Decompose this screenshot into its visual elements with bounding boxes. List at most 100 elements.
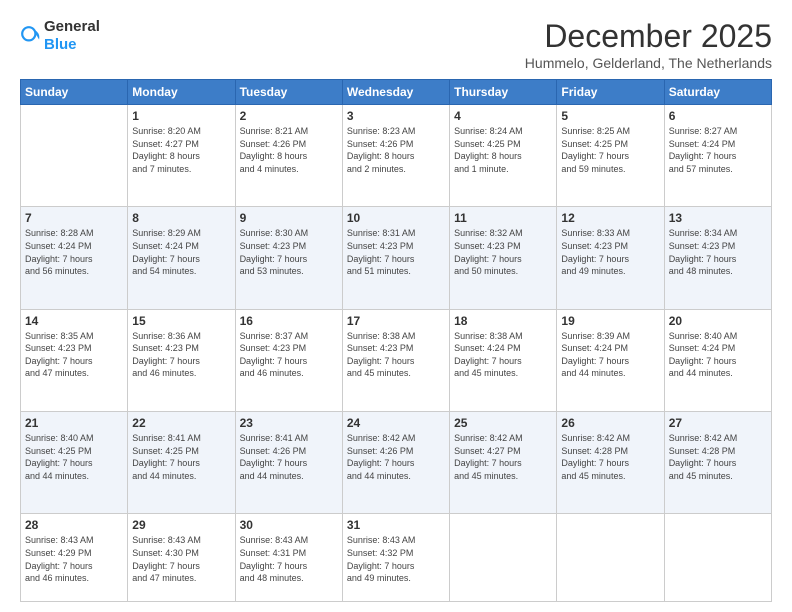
calendar-week-row: 1Sunrise: 8:20 AMSunset: 4:27 PMDaylight…	[21, 105, 772, 207]
cell-text: Sunrise: 8:21 AMSunset: 4:26 PMDaylight:…	[240, 125, 338, 175]
day-number: 2	[240, 109, 338, 123]
day-number: 21	[25, 416, 123, 430]
calendar-cell: 28Sunrise: 8:43 AMSunset: 4:29 PMDayligh…	[21, 514, 128, 602]
calendar-cell: 30Sunrise: 8:43 AMSunset: 4:31 PMDayligh…	[235, 514, 342, 602]
cell-text: Sunrise: 8:32 AMSunset: 4:23 PMDaylight:…	[454, 227, 552, 277]
day-number: 4	[454, 109, 552, 123]
calendar-header-thursday: Thursday	[450, 80, 557, 105]
calendar-cell: 8 Sunrise: 8:29 AMSunset: 4:24 PMDaylight…	[128, 207, 235, 309]
calendar-cell: 19 Sunrise: 8:39 AMSunset: 4:24 PMDayligh…	[557, 309, 664, 411]
page: General Blue December 2025 Hummelo, Geld…	[0, 0, 792, 612]
calendar-week-row: 7 Sunrise: 8:28 AMSunset: 4:24 PMDaylight…	[21, 207, 772, 309]
day-number: 24	[347, 416, 445, 430]
day-number: 1	[132, 109, 230, 123]
calendar-header-saturday: Saturday	[664, 80, 771, 105]
calendar-cell: 17Sunrise: 8:38 AMSunset: 4:23 PMDayligh…	[342, 309, 449, 411]
day-number: 14	[25, 314, 123, 328]
day-number: 3	[347, 109, 445, 123]
calendar-cell	[664, 514, 771, 602]
day-number: 16	[240, 314, 338, 328]
day-number: 18	[454, 314, 552, 328]
logo-blue: Blue	[44, 36, 77, 53]
cell-text: Sunrise: 8:42 AMSunset: 4:26 PMDaylight:…	[347, 432, 445, 482]
calendar-cell: 18 Sunrise: 8:38 AMSunset: 4:24 PMDayligh…	[450, 309, 557, 411]
cell-text: Sunrise: 8:25 AMSunset: 4:25 PMDaylight:…	[561, 125, 659, 175]
cell-text: Sunrise: 8:42 AMSunset: 4:28 PMDaylight:…	[669, 432, 767, 482]
cell-text: Sunrise: 8:38 AMSunset: 4:24 PMDaylight:…	[454, 330, 552, 380]
calendar-header-sunday: Sunday	[21, 80, 128, 105]
calendar-cell: 23Sunrise: 8:41 AMSunset: 4:26 PMDayligh…	[235, 411, 342, 513]
calendar-cell: 26 Sunrise: 8:42 AMSunset: 4:28 PMDayligh…	[557, 411, 664, 513]
calendar-cell: 31Sunrise: 8:43 AMSunset: 4:32 PMDayligh…	[342, 514, 449, 602]
cell-text: Sunrise: 8:34 AMSunset: 4:23 PMDaylight:…	[669, 227, 767, 277]
day-number: 27	[669, 416, 767, 430]
calendar-cell: 13Sunrise: 8:34 AMSunset: 4:23 PMDayligh…	[664, 207, 771, 309]
cell-text: Sunrise: 8:43 AMSunset: 4:31 PMDaylight:…	[240, 534, 338, 584]
day-number: 10	[347, 211, 445, 225]
cell-text: Sunrise: 8:30 AMSunset: 4:23 PMDaylight:…	[240, 227, 338, 277]
calendar-cell: 9 Sunrise: 8:30 AMSunset: 4:23 PMDaylight…	[235, 207, 342, 309]
calendar-week-row: 14 Sunrise: 8:35 AMSunset: 4:23 PMDayligh…	[21, 309, 772, 411]
day-number: 15	[132, 314, 230, 328]
cell-text: Sunrise: 8:24 AMSunset: 4:25 PMDaylight:…	[454, 125, 552, 175]
calendar-cell: 24 Sunrise: 8:42 AMSunset: 4:26 PMDayligh…	[342, 411, 449, 513]
day-number: 11	[454, 211, 552, 225]
calendar-cell: 10 Sunrise: 8:31 AMSunset: 4:23 PMDayligh…	[342, 207, 449, 309]
day-number: 29	[132, 518, 230, 532]
month-title: December 2025	[525, 18, 772, 55]
logo-icon	[20, 25, 42, 47]
calendar-cell: 7 Sunrise: 8:28 AMSunset: 4:24 PMDaylight…	[21, 207, 128, 309]
calendar-week-row: 21 Sunrise: 8:40 AMSunset: 4:25 PMDayligh…	[21, 411, 772, 513]
calendar-header-wednesday: Wednesday	[342, 80, 449, 105]
calendar-cell: 11 Sunrise: 8:32 AMSunset: 4:23 PMDayligh…	[450, 207, 557, 309]
calendar-cell: 25Sunrise: 8:42 AMSunset: 4:27 PMDayligh…	[450, 411, 557, 513]
cell-text: Sunrise: 8:41 AMSunset: 4:26 PMDaylight:…	[240, 432, 338, 482]
calendar-cell	[450, 514, 557, 602]
calendar-cell	[557, 514, 664, 602]
calendar-cell: 29 Sunrise: 8:43 AMSunset: 4:30 PMDayligh…	[128, 514, 235, 602]
calendar-cell: 27 Sunrise: 8:42 AMSunset: 4:28 PMDayligh…	[664, 411, 771, 513]
calendar-cell: 14 Sunrise: 8:35 AMSunset: 4:23 PMDayligh…	[21, 309, 128, 411]
calendar-cell: 16Sunrise: 8:37 AMSunset: 4:23 PMDayligh…	[235, 309, 342, 411]
cell-text: Sunrise: 8:33 AMSunset: 4:23 PMDaylight:…	[561, 227, 659, 277]
cell-text: Sunrise: 8:29 AMSunset: 4:24 PMDaylight:…	[132, 227, 230, 277]
calendar-cell: 2 Sunrise: 8:21 AMSunset: 4:26 PMDaylight…	[235, 105, 342, 207]
calendar-cell: 22 Sunrise: 8:41 AMSunset: 4:25 PMDayligh…	[128, 411, 235, 513]
header: General Blue December 2025 Hummelo, Geld…	[20, 18, 772, 71]
calendar-cell	[21, 105, 128, 207]
cell-text: Sunrise: 8:36 AMSunset: 4:23 PMDaylight:…	[132, 330, 230, 380]
day-number: 26	[561, 416, 659, 430]
cell-text: Sunrise: 8:43 AMSunset: 4:30 PMDaylight:…	[132, 534, 230, 584]
day-number: 31	[347, 518, 445, 532]
day-number: 9	[240, 211, 338, 225]
calendar: SundayMondayTuesdayWednesdayThursdayFrid…	[20, 79, 772, 602]
day-number: 8	[132, 211, 230, 225]
cell-text: Sunrise: 8:40 AMSunset: 4:25 PMDaylight:…	[25, 432, 123, 482]
day-number: 7	[25, 211, 123, 225]
calendar-cell: 4 Sunrise: 8:24 AMSunset: 4:25 PMDaylight…	[450, 105, 557, 207]
calendar-header-row: SundayMondayTuesdayWednesdayThursdayFrid…	[21, 80, 772, 105]
cell-text: Sunrise: 8:23 AMSunset: 4:26 PMDaylight:…	[347, 125, 445, 175]
calendar-cell: 1Sunrise: 8:20 AMSunset: 4:27 PMDaylight…	[128, 105, 235, 207]
title-block: December 2025 Hummelo, Gelderland, The N…	[525, 18, 772, 71]
cell-text: Sunrise: 8:39 AMSunset: 4:24 PMDaylight:…	[561, 330, 659, 380]
calendar-cell: 21 Sunrise: 8:40 AMSunset: 4:25 PMDayligh…	[21, 411, 128, 513]
calendar-header-friday: Friday	[557, 80, 664, 105]
day-number: 5	[561, 109, 659, 123]
location: Hummelo, Gelderland, The Netherlands	[525, 55, 772, 71]
calendar-cell: 6Sunrise: 8:27 AMSunset: 4:24 PMDaylight…	[664, 105, 771, 207]
day-number: 22	[132, 416, 230, 430]
day-number: 17	[347, 314, 445, 328]
cell-text: Sunrise: 8:40 AMSunset: 4:24 PMDaylight:…	[669, 330, 767, 380]
cell-text: Sunrise: 8:41 AMSunset: 4:25 PMDaylight:…	[132, 432, 230, 482]
calendar-cell: 20Sunrise: 8:40 AMSunset: 4:24 PMDayligh…	[664, 309, 771, 411]
cell-text: Sunrise: 8:35 AMSunset: 4:23 PMDaylight:…	[25, 330, 123, 380]
day-number: 19	[561, 314, 659, 328]
cell-text: Sunrise: 8:42 AMSunset: 4:28 PMDaylight:…	[561, 432, 659, 482]
calendar-cell: 3 Sunrise: 8:23 AMSunset: 4:26 PMDaylight…	[342, 105, 449, 207]
calendar-header-tuesday: Tuesday	[235, 80, 342, 105]
cell-text: Sunrise: 8:31 AMSunset: 4:23 PMDaylight:…	[347, 227, 445, 277]
day-number: 28	[25, 518, 123, 532]
cell-text: Sunrise: 8:28 AMSunset: 4:24 PMDaylight:…	[25, 227, 123, 277]
cell-text: Sunrise: 8:27 AMSunset: 4:24 PMDaylight:…	[669, 125, 767, 175]
